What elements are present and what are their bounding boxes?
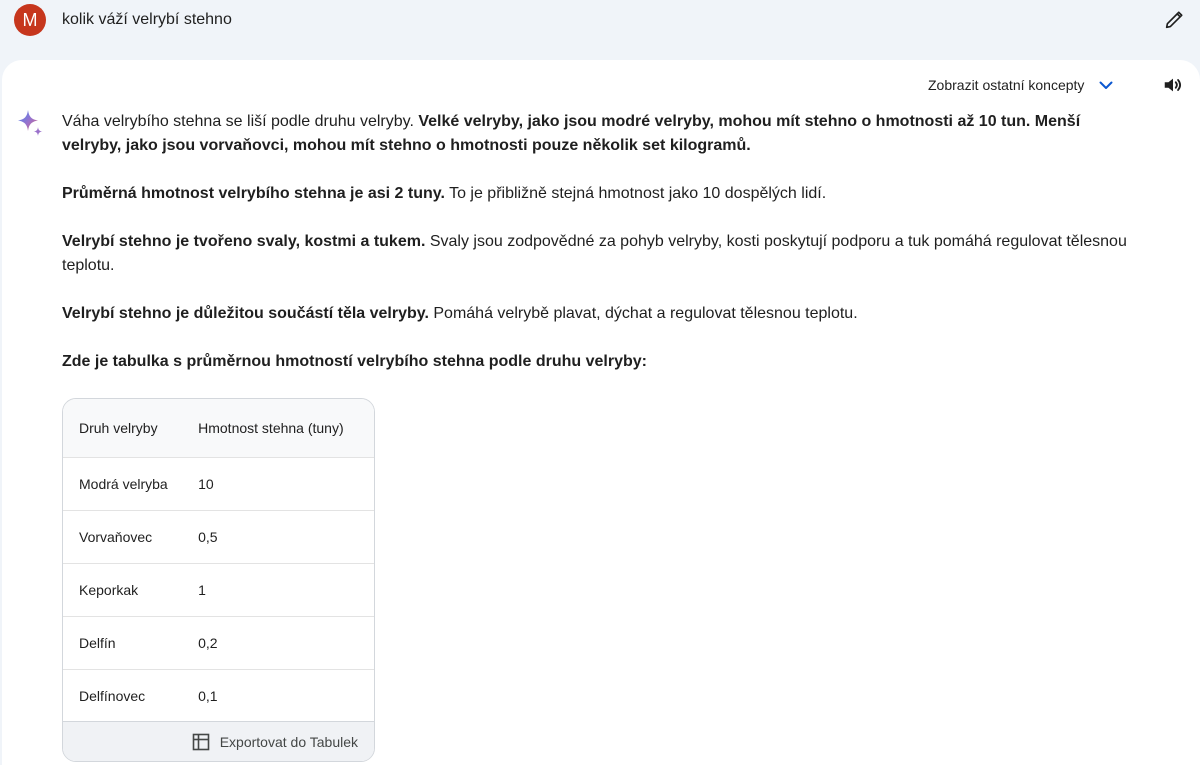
table-header-row: Druh velryby Hmotnost stehna (tuny) — [63, 399, 374, 458]
table-cell-weight: 0,1 — [198, 687, 218, 704]
table-row: Keporkak 1 — [63, 563, 374, 617]
paragraph-bold-text: Průměrná hmotnost velrybího stehna je as… — [62, 185, 445, 202]
table-row: Delfínovec 0,1 — [63, 669, 374, 722]
data-table: Druh velryby Hmotnost stehna (tuny) Modr… — [63, 399, 374, 722]
table-cell-weight: 0,2 — [188, 616, 374, 670]
table-cell-weight: 1 — [188, 563, 374, 617]
paragraph-text: Pomáhá velrybě plavat, dýchat a regulova… — [428, 305, 858, 322]
table-row: Modrá velryba 10 — [63, 457, 374, 511]
column-header-species: Druh velryby — [63, 399, 189, 458]
table-cell-species: Delfínovec — [79, 687, 146, 704]
user-prompt-text: kolik váží velrybí stehno — [62, 11, 232, 28]
user-avatar[interactable]: M — [14, 4, 46, 36]
user-prompt-bar: M kolik váží velrybí stehno — [0, 0, 1200, 60]
export-label: Exportovat do Tabulek — [219, 733, 358, 750]
table-intro-text: Zde je tabulka s průměrnou hmotností vel… — [62, 353, 647, 370]
chevron-down-icon — [1098, 77, 1114, 93]
paragraph-text: Váha velrybího stehna se liší podle druh… — [62, 113, 419, 130]
sparkle-icon — [18, 110, 43, 136]
table-cell-weight: 10 — [188, 457, 374, 511]
sheets-table-icon — [192, 733, 210, 751]
table-cell-weight: 0,5 — [188, 510, 374, 564]
edit-prompt-button[interactable] — [1160, 6, 1188, 34]
gemini-chat-page: M kolik váží velrybí stehno Zobrazit ost… — [0, 0, 1200, 765]
table-cell-species: Vorvaňovec — [63, 510, 189, 564]
response-paragraph: Váha velrybího stehna se liší podle druh… — [62, 110, 1142, 158]
paragraph-text: To je přibližně stejná hmotnost jako 10 … — [444, 185, 827, 202]
response-paragraph: Velrybí stehno je důležitou součástí těl… — [62, 302, 1142, 326]
whale-weight-table: Druh velryby Hmotnost stehna (tuny) Modr… — [62, 398, 375, 762]
export-to-sheets-button[interactable]: Exportovat do Tabulek — [63, 721, 374, 761]
pencil-icon — [1165, 11, 1183, 29]
response-paragraph: Velrybí stehno je tvořeno svaly, kostmi … — [62, 230, 1142, 278]
table-cell-species: Delfín — [63, 616, 189, 670]
table-cell-species: Modrá velryba — [63, 457, 189, 511]
response-paragraph: Průměrná hmotnost velrybího stehna je as… — [62, 182, 1142, 206]
table-row: Delfín 0,2 — [63, 616, 374, 670]
show-drafts-button[interactable]: Zobrazit ostatní koncepty — [928, 74, 1114, 96]
speaker-icon — [1164, 78, 1182, 92]
response-content: Váha velrybího stehna se liší podle druh… — [62, 110, 1142, 398]
table-row: Vorvaňovec 0,5 — [63, 510, 374, 564]
response-card: Zobrazit ostatní koncepty Váha velrybího… — [2, 60, 1200, 765]
paragraph-bold-text: Velrybí stehno je tvořeno svaly, kostmi … — [62, 233, 426, 250]
show-drafts-label: Zobrazit ostatní koncepty — [928, 77, 1085, 93]
paragraph-bold-text: Velrybí stehno je důležitou součástí těl… — [62, 305, 429, 322]
column-header-weight: Hmotnost stehna (tuny) — [188, 399, 374, 458]
read-aloud-button[interactable] — [1160, 72, 1186, 98]
table-cell-species: Keporkak — [63, 563, 189, 617]
